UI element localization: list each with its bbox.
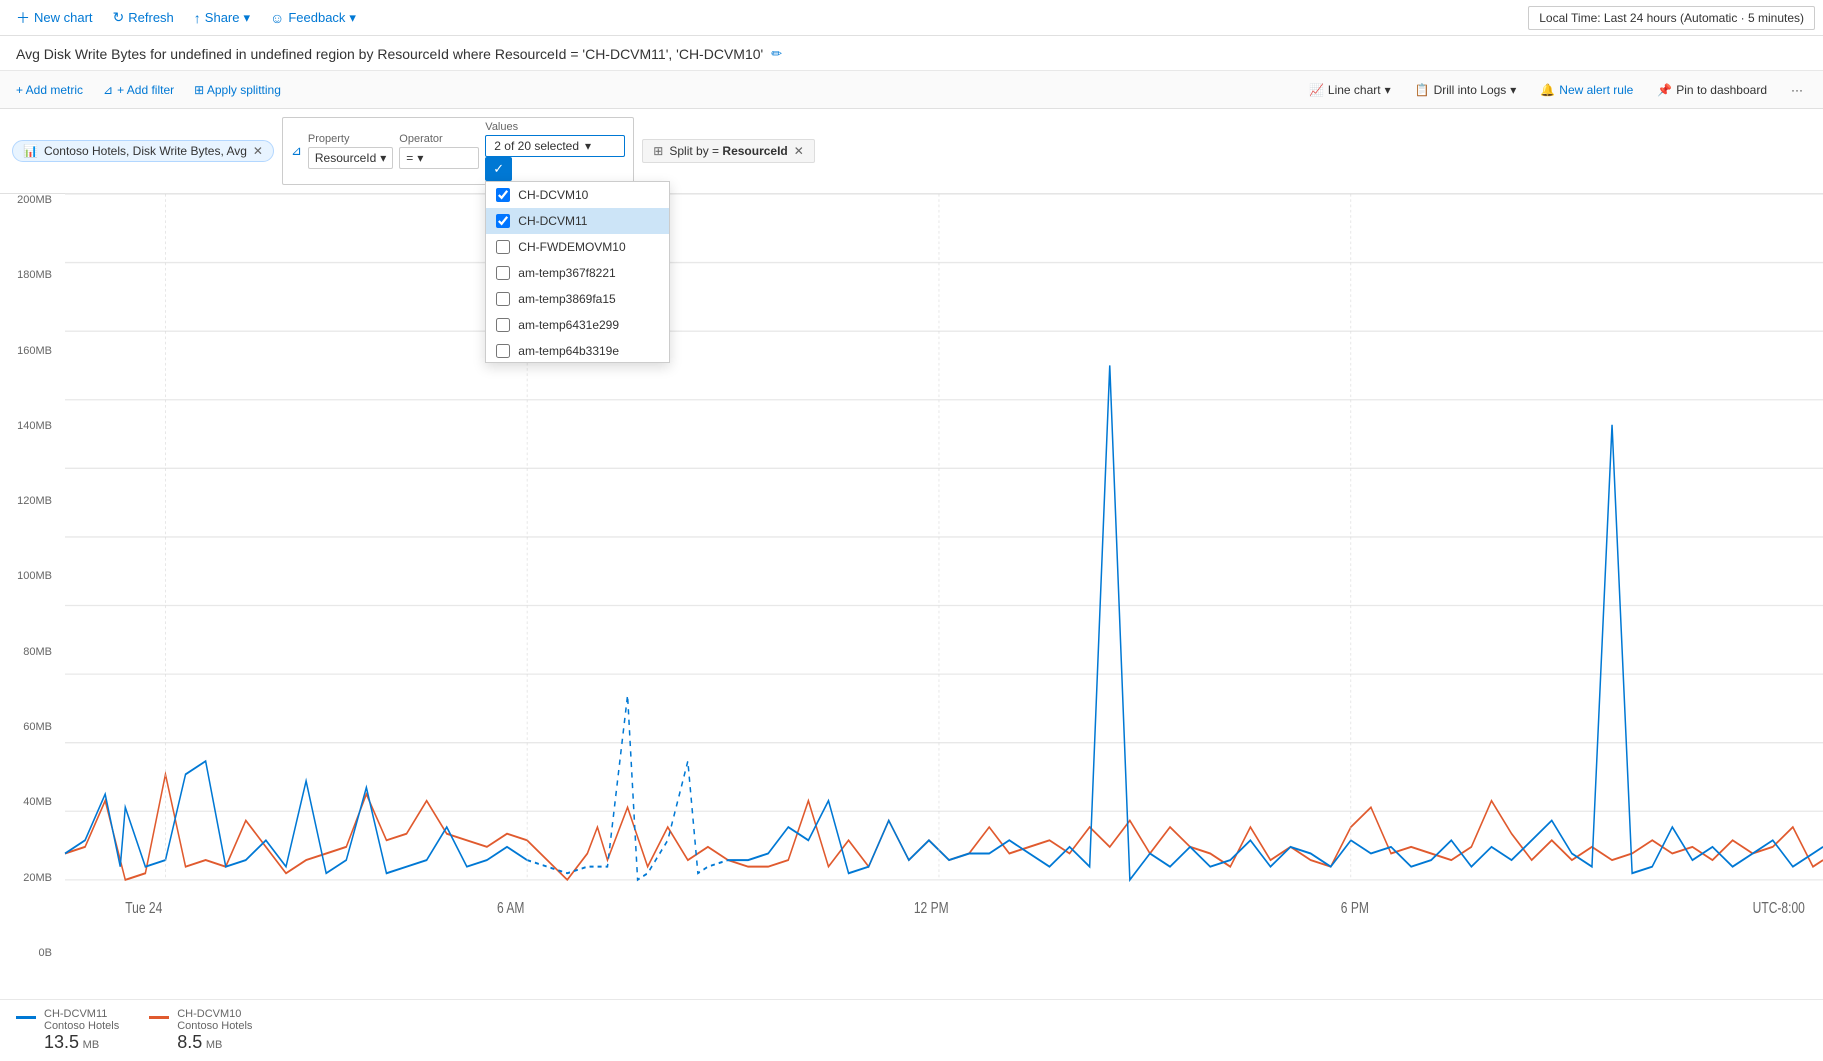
dropdown-item-am-temp6431e299[interactable]: am-temp6431e299	[486, 312, 669, 338]
share-chevron-icon: ▾	[244, 10, 251, 26]
legend-item-ch-dcvm10: CH-DCVM10 Contoso Hotels 8.5 MB	[149, 1008, 252, 1053]
y-label-80: 80MB	[23, 646, 52, 658]
new-alert-button[interactable]: 🔔 New alert rule	[1532, 79, 1641, 101]
y-label-140: 140MB	[17, 420, 52, 432]
filter-row: 📊 Contoso Hotels, Disk Write Bytes, Avg …	[0, 109, 1823, 194]
alert-icon: 🔔	[1540, 83, 1555, 97]
property-label: Property	[308, 133, 393, 145]
chart-legend: CH-DCVM11 Contoso Hotels 13.5 MB CH-DCVM…	[0, 999, 1823, 1061]
legend-text-ch-dcvm10: CH-DCVM10 Contoso Hotels 8.5 MB	[177, 1008, 252, 1053]
dropdown-item-am-temp3869fa15[interactable]: am-temp3869fa15	[486, 286, 669, 312]
values-apply-button[interactable]: ✓	[485, 157, 512, 181]
checkbox-ch-dcvm10[interactable]	[496, 188, 510, 202]
metric-icon: 📊	[23, 144, 38, 158]
line-chart-chevron: ▾	[1385, 83, 1391, 97]
y-label-160: 160MB	[17, 345, 52, 357]
metric-pill: 📊 Contoso Hotels, Disk Write Bytes, Avg …	[12, 140, 274, 162]
feedback-button[interactable]: ☺ Feedback ▾	[262, 6, 364, 30]
new-chart-button[interactable]: ＋ New chart	[8, 4, 101, 32]
logs-chevron: ▾	[1510, 83, 1516, 97]
operator-chevron: ▾	[417, 151, 423, 165]
pin-dashboard-button[interactable]: 📌 Pin to dashboard	[1649, 79, 1775, 101]
legend-item-ch-dcvm11: CH-DCVM11 Contoso Hotels 13.5 MB	[16, 1008, 119, 1053]
time-display[interactable]: Local Time: Last 24 hours (Automatic · 5…	[1528, 6, 1815, 30]
values-group: Values 2 of 20 selected ▾ ✓ CH-DCVM10	[485, 121, 625, 181]
line-chart-button[interactable]: 📈 Line chart ▾	[1301, 79, 1399, 101]
checkbox-am-temp6431e299[interactable]	[496, 318, 510, 332]
plus-icon: ＋	[16, 8, 30, 28]
chart-svg: Tue 24 6 AM 12 PM 6 PM UTC-8:00	[65, 194, 1823, 959]
svg-text:12 PM: 12 PM	[914, 898, 949, 916]
y-label-40: 40MB	[23, 796, 52, 808]
top-toolbar: ＋ New chart ↻ Refresh ↑ Share ▾ ☺ Feedba…	[0, 0, 1823, 36]
refresh-icon: ↻	[113, 9, 125, 26]
split-by-badge: ⊞ Split by = ResourceId ✕	[642, 139, 815, 163]
checkbox-ch-fwdemovm10[interactable]	[496, 240, 510, 254]
dropdown-item-ch-fwdemovm10[interactable]: CH-FWDEMOVM10	[486, 234, 669, 260]
metric-toolbar: + Add metric ⊿ + Add filter ⊞ Apply spli…	[0, 71, 1823, 109]
values-chevron: ▾	[585, 139, 591, 153]
chart-container: ‹ 200MB 180MB 160MB 140MB 120MB 100MB 80…	[0, 194, 1823, 999]
property-dropdown[interactable]: ResourceId ▾	[308, 147, 393, 169]
metric-pill-close[interactable]: ✕	[253, 144, 263, 158]
filter-icon: ⊿	[291, 143, 302, 159]
legend-line-orange	[149, 1016, 169, 1019]
pin-icon: 📌	[1657, 83, 1672, 97]
edit-icon[interactable]: ✏	[771, 46, 782, 62]
ellipsis-icon: ···	[1791, 83, 1803, 97]
apply-splitting-button[interactable]: ⊞ Apply splitting	[190, 81, 285, 99]
values-container: 2 of 20 selected ▾ ✓ CH-DCVM10	[485, 135, 625, 181]
checkbox-ch-dcvm11[interactable]	[496, 214, 510, 228]
y-label-0: 0B	[39, 947, 52, 959]
dropdown-item-am-temp64b3319e[interactable]: am-temp64b3319e	[486, 338, 669, 362]
chart-title-area: Avg Disk Write Bytes for undefined in un…	[0, 36, 1823, 71]
dropdown-item-am-temp367f8221[interactable]: am-temp367f8221	[486, 260, 669, 286]
svg-text:6 PM: 6 PM	[1341, 898, 1369, 916]
line-chart-icon: 📈	[1309, 83, 1324, 97]
refresh-button[interactable]: ↻ Refresh	[105, 5, 182, 30]
y-axis: 200MB 180MB 160MB 140MB 120MB 100MB 80MB…	[0, 194, 60, 959]
svg-text:UTC-8:00: UTC-8:00	[1753, 898, 1805, 916]
add-metric-button[interactable]: + Add metric	[12, 81, 87, 99]
operator-dropdown[interactable]: = ▾	[399, 147, 479, 169]
y-label-120: 120MB	[17, 495, 52, 507]
operator-group: Operator = ▾	[399, 133, 479, 169]
legend-line-blue	[16, 1016, 36, 1019]
dropdown-list: CH-DCVM10 CH-DCVM11 CH-FWDEMOVM10	[486, 182, 669, 362]
values-dropdown-button[interactable]: 2 of 20 selected ▾	[485, 135, 625, 157]
dropdown-item-ch-dcvm10[interactable]: CH-DCVM10	[486, 182, 669, 208]
values-label: Values	[485, 121, 625, 133]
checkbox-am-temp367f8221[interactable]	[496, 266, 510, 280]
right-tools: 📈 Line chart ▾ 📋 Drill into Logs ▾ 🔔 New…	[1301, 79, 1811, 101]
chart-title: Avg Disk Write Bytes for undefined in un…	[16, 46, 763, 62]
y-label-60: 60MB	[23, 721, 52, 733]
share-icon: ↑	[194, 10, 201, 26]
svg-text:6 AM: 6 AM	[497, 898, 524, 916]
more-options-button[interactable]: ···	[1783, 79, 1811, 101]
checkbox-am-temp3869fa15[interactable]	[496, 292, 510, 306]
logs-icon: 📋	[1415, 83, 1430, 97]
drill-logs-button[interactable]: 📋 Drill into Logs ▾	[1407, 79, 1525, 101]
legend-text-ch-dcvm11: CH-DCVM11 Contoso Hotels 13.5 MB	[44, 1008, 119, 1053]
checkbox-am-temp64b3319e[interactable]	[496, 344, 510, 358]
split-icon: ⊞	[653, 144, 663, 158]
dropdown-item-ch-dcvm11[interactable]: CH-DCVM11	[486, 208, 669, 234]
share-button[interactable]: ↑ Share ▾	[186, 6, 258, 30]
property-group: Property ResourceId ▾	[308, 133, 393, 169]
operator-label: Operator	[399, 133, 479, 145]
filter-icon: ⊿	[103, 83, 113, 97]
feedback-chevron-icon: ▾	[349, 10, 356, 26]
split-by-close[interactable]: ✕	[794, 144, 804, 158]
values-dropdown-panel: CH-DCVM10 CH-DCVM11 CH-FWDEMOVM10	[485, 181, 670, 363]
property-chevron: ▾	[380, 151, 386, 165]
add-filter-button[interactable]: ⊿ + Add filter	[99, 81, 178, 99]
svg-text:Tue 24: Tue 24	[125, 898, 162, 916]
filter-section: ⊿ Property ResourceId ▾ Operator = ▾	[282, 117, 634, 185]
y-label-20: 20MB	[23, 872, 52, 884]
y-label-180: 180MB	[17, 269, 52, 281]
smile-icon: ☺	[270, 10, 284, 26]
y-label-100: 100MB	[17, 570, 52, 582]
y-label-200: 200MB	[17, 194, 52, 206]
